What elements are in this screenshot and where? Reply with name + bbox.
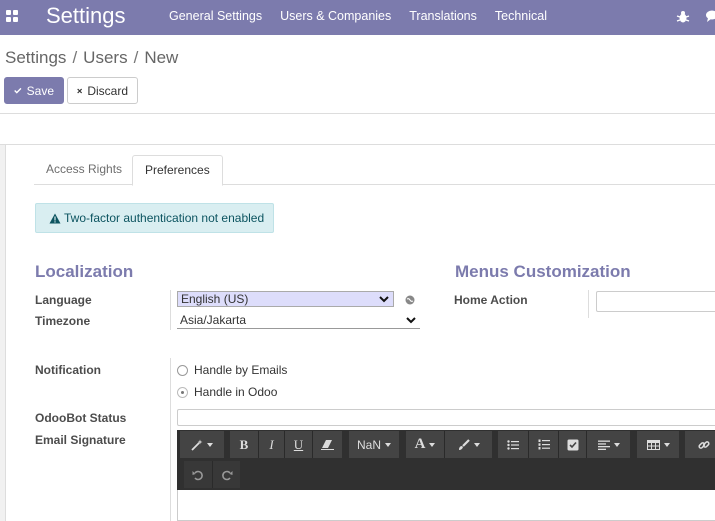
chevron-down-icon xyxy=(379,296,389,303)
redo-icon[interactable] xyxy=(212,461,240,488)
align-icon[interactable] xyxy=(586,431,630,458)
bold-icon[interactable]: B xyxy=(230,431,258,458)
home-action-input[interactable] xyxy=(596,291,715,312)
home-action-label: Home Action xyxy=(454,293,528,307)
radio-button-selected[interactable] xyxy=(177,386,188,398)
chevron-down-icon xyxy=(406,317,416,324)
save-button[interactable]: Save xyxy=(4,77,64,104)
toolbar-group-table xyxy=(637,431,679,458)
field-separator xyxy=(170,358,171,521)
field-separator xyxy=(170,290,171,330)
italic-icon[interactable]: I xyxy=(258,431,284,458)
ordered-list-icon[interactable] xyxy=(528,431,558,458)
language-select[interactable]: English (US) xyxy=(177,291,394,307)
apps-grid-icon[interactable] xyxy=(6,10,18,22)
sheet-left-gutter xyxy=(0,145,6,521)
timezone-value: Asia/Jakarta xyxy=(180,313,247,327)
tab-preferences[interactable]: Preferences xyxy=(132,155,223,186)
toolbar-group-font: B I U xyxy=(230,431,342,458)
toolbar-group-style xyxy=(180,431,224,458)
notification-label: Notification xyxy=(35,363,101,377)
save-label: Save xyxy=(26,83,54,98)
email-signature-editor[interactable] xyxy=(177,490,715,521)
table-icon[interactable] xyxy=(637,431,679,458)
radio-label: Handle by Emails xyxy=(194,363,288,377)
divider xyxy=(0,113,715,114)
font-size-dropdown[interactable]: NaN xyxy=(349,431,399,458)
brush-icon[interactable] xyxy=(444,431,492,458)
language-label: Language xyxy=(35,293,92,307)
main-menu: General Settings Users & Companies Trans… xyxy=(160,0,556,35)
breadcrumb-separator: / xyxy=(133,48,139,67)
font-size-value: NaN xyxy=(356,437,381,452)
warning-icon xyxy=(49,213,61,223)
notebook-tabs: Access Rights Preferences xyxy=(34,155,715,186)
menus-customization-title: Menus Customization xyxy=(455,262,631,281)
check-icon xyxy=(14,87,22,94)
menu-users-companies[interactable]: Users & Companies xyxy=(271,0,400,35)
timezone-select[interactable]: Asia/Jakarta xyxy=(177,313,420,329)
breadcrumb-settings[interactable]: Settings xyxy=(5,48,66,68)
toolbar-group-color: A xyxy=(406,431,492,458)
localization-title: Localization xyxy=(35,262,134,281)
discard-label: Discard xyxy=(87,83,128,98)
radio-button[interactable] xyxy=(177,364,188,376)
discard-button[interactable]: Discard xyxy=(67,77,138,104)
email-signature-label: Email Signature xyxy=(35,433,126,447)
tab-access-rights[interactable]: Access Rights xyxy=(34,155,134,185)
breadcrumb-current: New xyxy=(144,48,179,67)
checklist-icon[interactable] xyxy=(558,431,586,458)
eraser-icon[interactable] xyxy=(312,431,342,458)
undo-icon[interactable] xyxy=(184,461,212,488)
top-navbar: Settings General Settings Users & Compan… xyxy=(0,0,715,35)
menu-technical[interactable]: Technical xyxy=(486,0,556,35)
toolbar-group-insert xyxy=(685,431,715,458)
odoobot-status-field[interactable] xyxy=(177,409,715,426)
menu-general-settings[interactable]: General Settings xyxy=(160,0,271,35)
bug-icon[interactable] xyxy=(676,10,690,24)
close-icon xyxy=(77,88,83,93)
font-color-icon[interactable]: A xyxy=(406,431,444,458)
unordered-list-icon[interactable] xyxy=(498,431,528,458)
magic-wand-icon[interactable] xyxy=(180,431,224,458)
link-icon[interactable] xyxy=(685,431,715,458)
breadcrumb: Settings / Users / New xyxy=(5,48,178,68)
underline-icon[interactable]: U xyxy=(284,431,312,458)
menu-translations[interactable]: Translations xyxy=(400,0,486,35)
radio-handle-by-emails[interactable]: Handle by Emails xyxy=(177,363,287,377)
alert-text: Two-factor authentication not enabled xyxy=(64,211,265,225)
toolbar-group-lists xyxy=(498,431,630,458)
radio-label: Handle in Odoo xyxy=(194,385,278,399)
chat-icon[interactable] xyxy=(706,10,715,22)
timezone-label: Timezone xyxy=(35,314,91,328)
app-brand[interactable]: Settings xyxy=(46,3,126,29)
breadcrumb-users[interactable]: Users xyxy=(83,48,127,68)
toolbar-group-history xyxy=(184,461,240,488)
breadcrumb-separator: / xyxy=(72,48,78,67)
two-factor-alert: Two-factor authentication not enabled xyxy=(35,203,274,233)
language-value: English (US) xyxy=(181,292,249,306)
editor-toolbar: B I U NaN A xyxy=(177,430,715,490)
radio-handle-in-odoo[interactable]: Handle in Odoo xyxy=(177,385,277,399)
field-separator xyxy=(588,290,589,318)
odoobot-status-label: OdooBot Status xyxy=(35,411,127,425)
toolbar-group-size: NaN xyxy=(349,431,399,458)
globe-icon[interactable] xyxy=(405,295,415,305)
